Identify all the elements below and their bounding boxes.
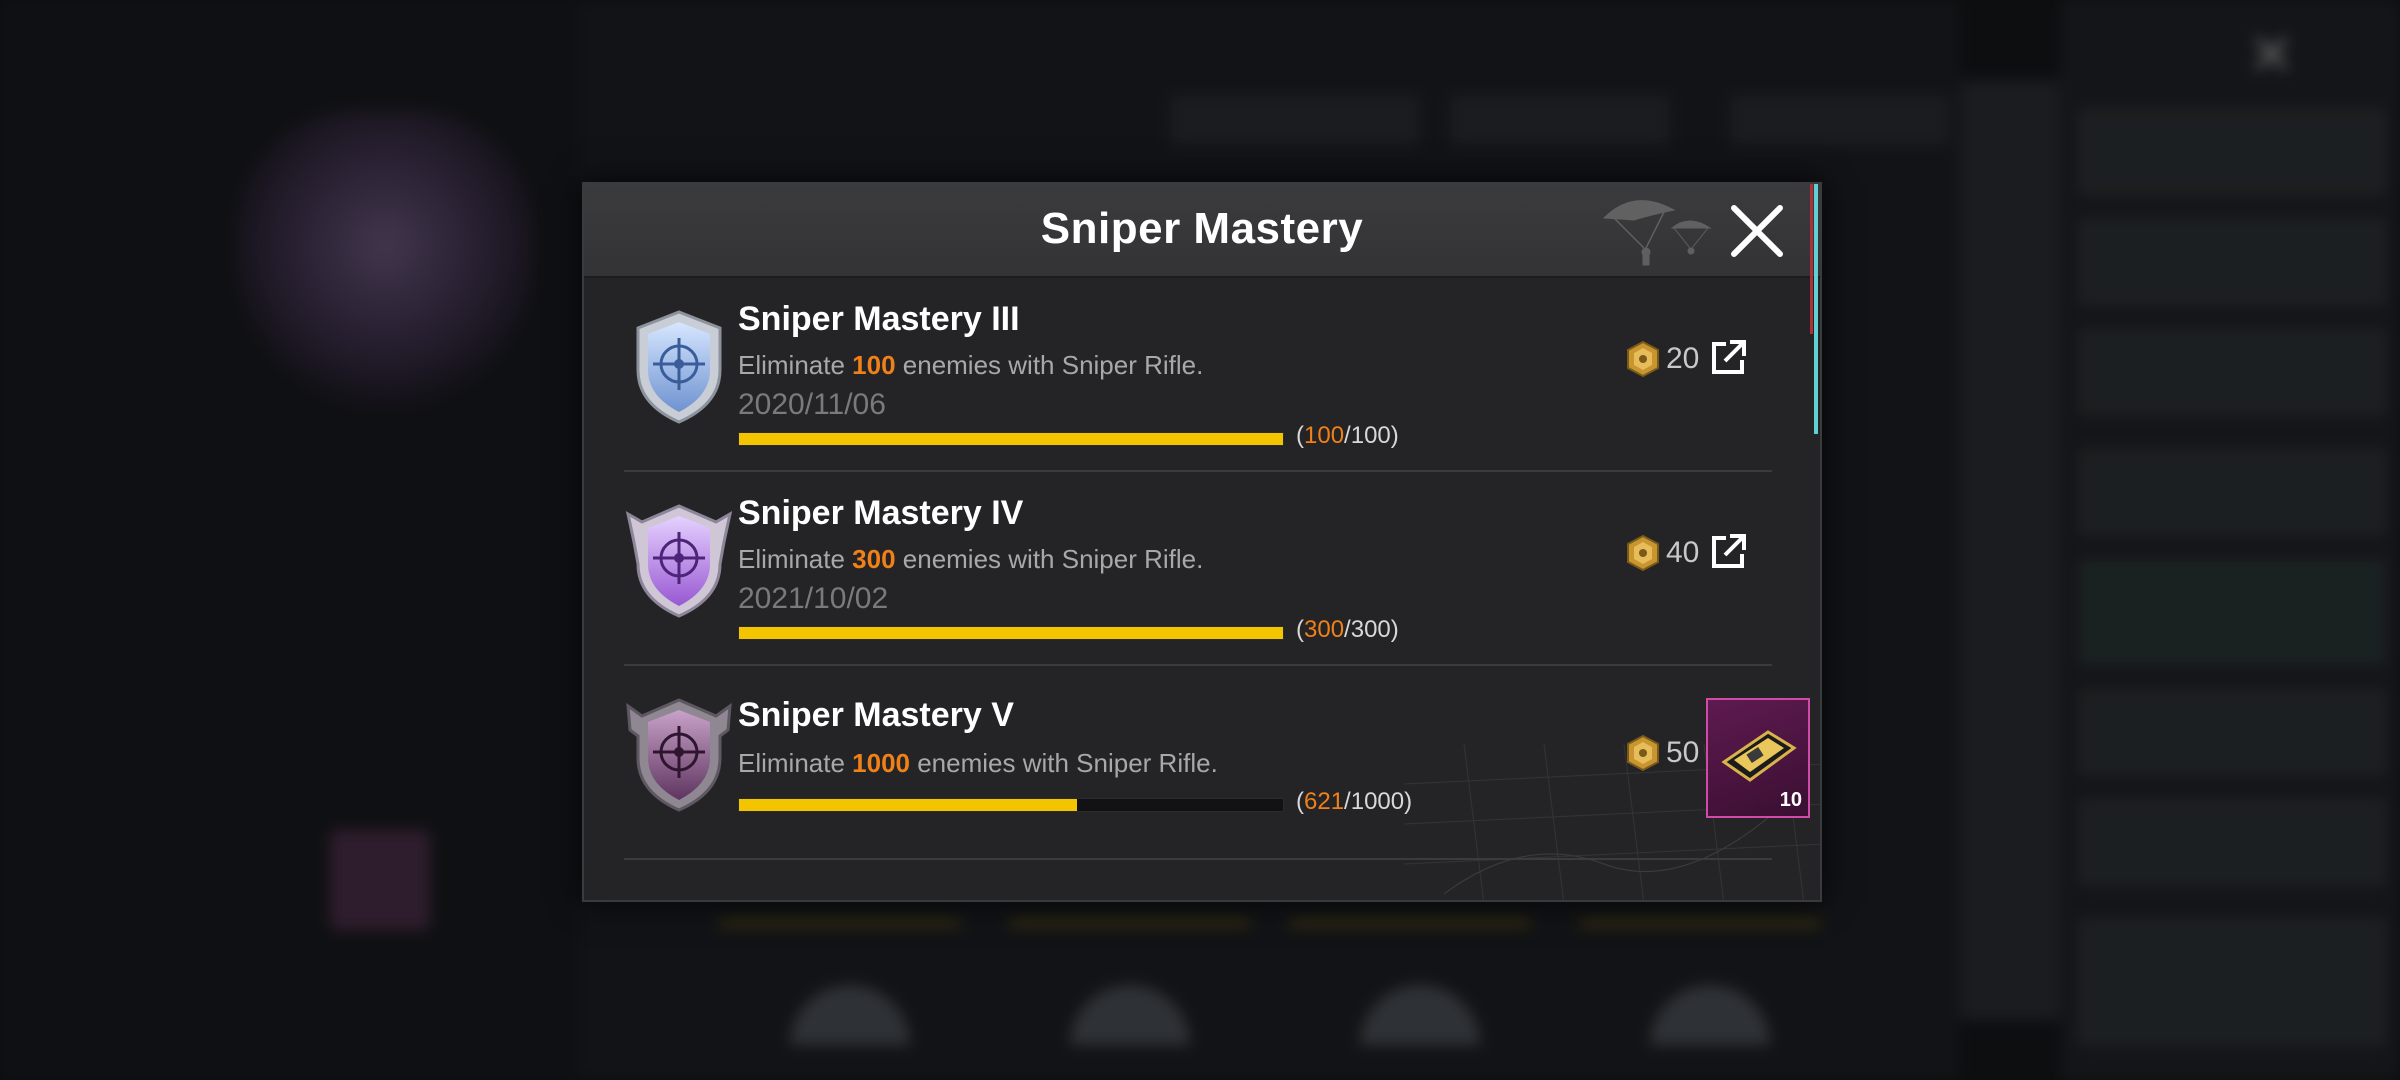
achievement-row-sniper-mastery-4: Sniper Mastery IV Eliminate 300 enemies … xyxy=(624,472,1772,666)
achievement-point-icon xyxy=(1627,534,1659,572)
bg-list-item xyxy=(2080,560,2384,664)
sniper-badge-icon xyxy=(625,504,733,618)
share-icon[interactable] xyxy=(1708,338,1748,378)
bg-list-item xyxy=(2080,800,2384,884)
bg-list-item xyxy=(2080,330,2384,414)
achievement-description: Eliminate 1000 enemies with Sniper Rifle… xyxy=(738,748,1218,778)
progress-text: (621/1000) xyxy=(1296,788,1413,815)
reward-point-count: 20 xyxy=(1666,342,1700,375)
achievement-name: Sniper Mastery IV xyxy=(738,494,1024,532)
progress-bar xyxy=(738,798,1284,812)
achievement-row-sniper-mastery-3: Sniper Mastery III Eliminate 100 enemies… xyxy=(624,278,1772,472)
share-icon[interactable] xyxy=(1708,532,1748,572)
bg-reward-thumb xyxy=(330,830,430,930)
bg-list-item xyxy=(2080,450,2384,534)
bg-tab-column xyxy=(1960,80,2060,1020)
progress-bar xyxy=(738,432,1284,446)
progress-fill xyxy=(739,799,1077,811)
edge-accent-cyan xyxy=(1814,184,1818,434)
progress-text: (300/300) xyxy=(1296,616,1399,643)
bg-progress xyxy=(720,920,960,926)
reward-point-count: 50 xyxy=(1666,736,1700,769)
achievement-row-sniper-mastery-5: Sniper Mastery V Eliminate 1000 enemies … xyxy=(624,666,1810,860)
bg-list-item xyxy=(2080,690,2384,774)
achievement-name: Sniper Mastery III xyxy=(738,300,1020,338)
achievement-point-icon xyxy=(1627,340,1659,378)
achievement-description: Eliminate 100 enemies with Sniper Rifle. xyxy=(738,350,1204,380)
bg-progress xyxy=(1290,920,1530,926)
target-count: 100 xyxy=(852,350,896,380)
progress-fill xyxy=(739,433,1283,445)
progress-text: (100/100) xyxy=(1296,422,1399,449)
sniper-badge-icon xyxy=(636,310,722,424)
edge-accent-red xyxy=(1810,184,1813,334)
bg-emblem xyxy=(235,110,535,410)
gold-voucher-icon xyxy=(1721,730,1797,782)
bg-progress xyxy=(1010,920,1250,926)
close-icon[interactable] xyxy=(1724,198,1790,264)
progress-bar xyxy=(738,626,1284,640)
bg-list-item xyxy=(2080,110,2384,194)
modal-title: Sniper Mastery xyxy=(1040,204,1364,253)
progress-fill xyxy=(739,627,1283,639)
reward-point-count: 40 xyxy=(1666,536,1700,569)
bg-chip xyxy=(1170,95,1420,145)
sniper-badge-icon xyxy=(626,698,732,812)
bg-chip xyxy=(1450,95,1670,145)
modal-header: Sniper Mastery xyxy=(584,184,1820,278)
bg-list-item xyxy=(2080,220,2384,304)
completion-date: 2021/10/02 xyxy=(738,582,889,615)
achievement-description: Eliminate 300 enemies with Sniper Rifle. xyxy=(738,544,1204,574)
bg-list-item xyxy=(2080,920,2384,1044)
achievement-name: Sniper Mastery V xyxy=(738,696,1014,734)
bg-progress xyxy=(1580,920,1820,926)
target-count: 300 xyxy=(852,544,896,574)
reward-item[interactable]: 10 xyxy=(1706,698,1810,818)
bg-chip xyxy=(1730,95,1950,145)
target-count: 1000 xyxy=(852,748,910,778)
achievement-modal: Sniper Mastery Sniper Mastery III Elimin… xyxy=(582,182,1822,902)
completion-date: 2020/11/06 xyxy=(738,388,886,421)
bg-close-icon: ✕ xyxy=(2248,23,2295,86)
item-quantity: 10 xyxy=(1779,789,1802,811)
achievement-point-icon xyxy=(1627,734,1659,772)
